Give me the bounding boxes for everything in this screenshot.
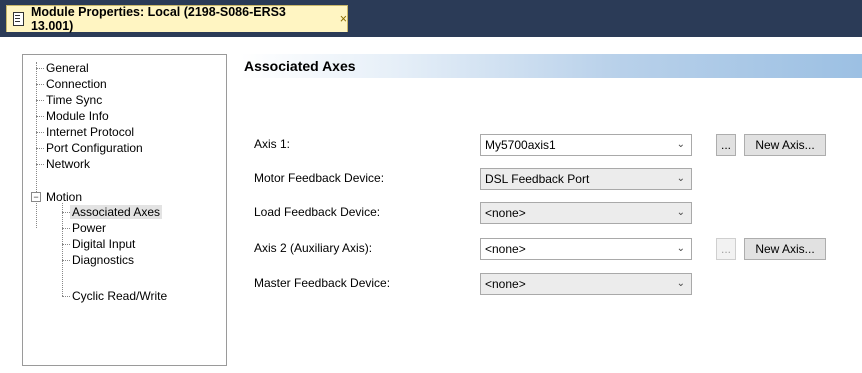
panel-title: Associated Axes: [240, 54, 862, 78]
tree-item-diagnostics[interactable]: Diagnostics: [70, 253, 136, 267]
tree-connector: [62, 228, 70, 229]
collapse-icon[interactable]: −: [31, 192, 41, 202]
tree-connector: [36, 148, 44, 149]
axis1-new-axis-button[interactable]: New Axis...: [744, 134, 826, 156]
tab-title: Module Properties: Local (2198-S086-ERS3…: [30, 5, 286, 33]
motor-feedback-label: Motor Feedback Device:: [254, 171, 385, 185]
tree-connector: [36, 84, 44, 85]
tree-connector: [36, 68, 44, 69]
axis2-new-axis-button[interactable]: New Axis...: [744, 238, 826, 260]
window-titlebar: Module Properties: Local (2198-S086-ERS3…: [0, 0, 862, 37]
load-feedback-label: Load Feedback Device:: [254, 205, 381, 219]
tree-item-associated-axes[interactable]: Associated Axes: [70, 205, 163, 219]
axis1-select[interactable]: My5700axis1 ⌄: [480, 134, 692, 156]
tree-item-motion[interactable]: Motion: [44, 190, 84, 204]
chevron-down-icon: ⌄: [676, 207, 685, 218]
tree-connector: [36, 62, 37, 228]
tree-connector: [62, 260, 70, 261]
tree-connector: [36, 100, 44, 101]
tree-connector: [62, 203, 63, 296]
motor-feedback-select[interactable]: DSL Feedback Port ⌄: [480, 168, 692, 190]
chevron-down-icon: ⌄: [676, 173, 685, 184]
tree-item-general[interactable]: General: [44, 61, 91, 75]
master-feedback-select[interactable]: <none> ⌄: [480, 273, 692, 295]
load-feedback-select[interactable]: <none> ⌄: [480, 202, 692, 224]
module-properties-tab[interactable]: Module Properties: Local (2198-S086-ERS3…: [6, 5, 348, 33]
tree-item-cyclic-read-write[interactable]: Cyclic Read/Write: [70, 289, 169, 303]
chevron-down-icon: ⌄: [676, 243, 685, 254]
load-feedback-value: <none>: [485, 206, 526, 220]
chevron-down-icon: ⌄: [676, 139, 685, 150]
tree-item-digital-input[interactable]: Digital Input: [70, 237, 137, 251]
axis1-label: Axis 1:: [254, 137, 291, 151]
master-feedback-label: Master Feedback Device:: [254, 276, 391, 290]
content-area: General Connection Time Sync Module Info…: [0, 37, 862, 373]
master-feedback-value: <none>: [485, 277, 526, 291]
tree-item-network[interactable]: Network: [44, 157, 92, 171]
tree-item-port-configuration[interactable]: Port Configuration: [44, 141, 145, 155]
chevron-down-icon: ⌄: [676, 278, 685, 289]
axis1-value: My5700axis1: [485, 138, 556, 152]
document-icon: [13, 12, 24, 26]
tree-item-internet-protocol[interactable]: Internet Protocol: [44, 125, 136, 139]
tree-item-connection[interactable]: Connection: [44, 77, 109, 91]
axis1-browse-button[interactable]: ...: [716, 134, 736, 156]
tree-connector: [36, 164, 44, 165]
tree-connector: [62, 212, 70, 213]
tree-item-power[interactable]: Power: [70, 221, 108, 235]
tree-connector: [36, 132, 44, 133]
axis2-select[interactable]: <none> ⌄: [480, 238, 692, 260]
tree-connector: [36, 116, 44, 117]
axis2-value: <none>: [485, 242, 526, 256]
close-icon[interactable]: ×: [340, 12, 347, 26]
tree-connector: [62, 244, 70, 245]
category-tree: General Connection Time Sync Module Info…: [22, 54, 227, 366]
tree-item-module-info[interactable]: Module Info: [44, 109, 111, 123]
axis2-browse-button[interactable]: ...: [716, 238, 736, 260]
tree-connector: [62, 296, 70, 297]
associated-axes-panel: Associated Axes Axis 1: My5700axis1 ⌄ ..…: [240, 54, 862, 366]
axis2-label: Axis 2 (Auxiliary Axis):: [254, 241, 373, 255]
motor-feedback-value: DSL Feedback Port: [485, 172, 590, 186]
tree-item-time-sync[interactable]: Time Sync: [44, 93, 104, 107]
